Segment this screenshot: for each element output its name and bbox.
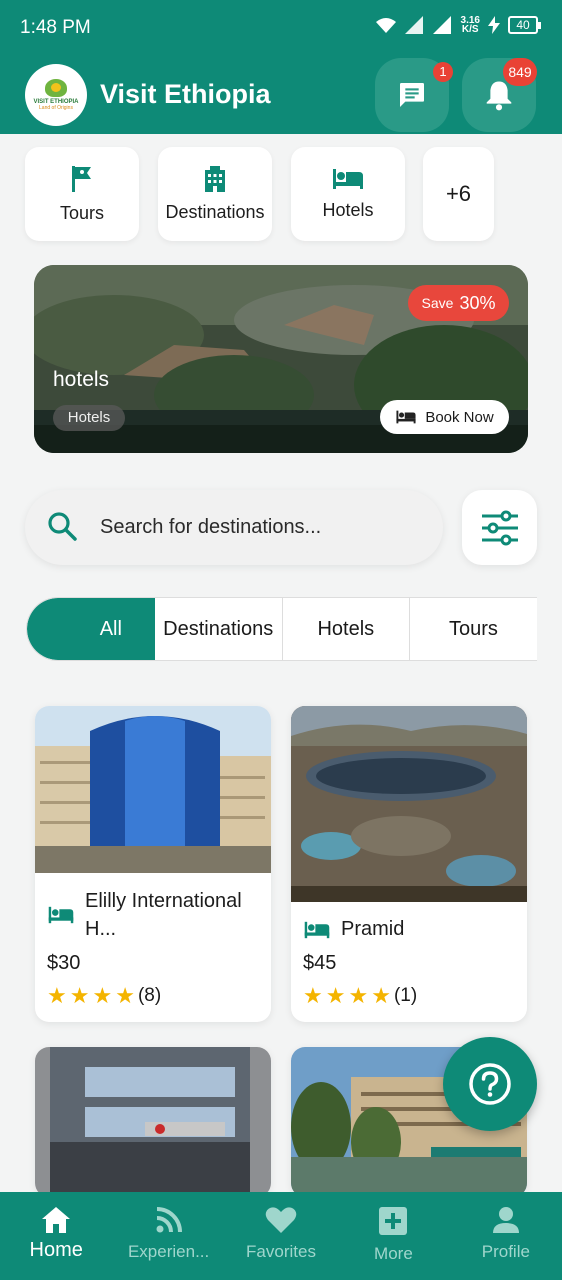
- category-more-button[interactable]: +6: [423, 147, 494, 241]
- banner-title: hotels: [53, 368, 110, 391]
- notifications-badge: 849: [503, 58, 537, 86]
- status-time: 1:48 PM: [20, 17, 91, 38]
- bed-icon: [396, 410, 416, 424]
- bed-icon: [333, 168, 363, 189]
- star-icon: ★: [325, 983, 346, 1008]
- listing-price: $45: [303, 952, 337, 974]
- question-icon: [469, 1063, 511, 1105]
- listing-image: [291, 706, 527, 902]
- app-logo: VISIT ETHIOPIA Land of Origins: [25, 64, 87, 126]
- bed-icon: [48, 906, 74, 924]
- star-icon: ★: [348, 983, 369, 1008]
- listing-card[interactable]: [35, 1047, 271, 1197]
- filter-button[interactable]: [462, 490, 537, 565]
- category-label: Tours: [59, 202, 104, 223]
- feed-icon: [156, 1207, 182, 1233]
- person-icon: [492, 1207, 519, 1233]
- nav-more[interactable]: More: [337, 1192, 449, 1280]
- listing-card[interactable]: Elilly International H... $30 ★ ★ ★ ★ (8): [35, 706, 271, 1022]
- sliders-icon: [481, 510, 518, 545]
- listing-name: Pramid: [341, 918, 405, 940]
- home-icon: [42, 1207, 71, 1233]
- app-title: Visit Ethiopia: [100, 79, 271, 109]
- search-input[interactable]: [100, 508, 430, 546]
- category-more-label: +6: [445, 181, 472, 206]
- book-now-button[interactable]: Book Now: [380, 400, 509, 434]
- review-count: (8): [137, 985, 162, 1006]
- star-icon: ★: [371, 983, 391, 1008]
- nav-favorites[interactable]: Favorites: [225, 1192, 337, 1280]
- tab-destinations[interactable]: Destinations: [155, 598, 283, 660]
- heart-icon: [265, 1207, 297, 1233]
- star-icon: ★: [47, 983, 67, 1008]
- listing-card[interactable]: Pramid $45 ★ ★ ★ ★ (1): [291, 706, 527, 1022]
- building-icon: [205, 165, 225, 192]
- category-tours[interactable]: Tours: [25, 147, 139, 241]
- flag-icon: [72, 165, 91, 192]
- banner-category-tag: Hotels: [53, 405, 125, 431]
- messages-badge: 1: [433, 62, 453, 82]
- status-icons: 3.16 K/S 40: [375, 15, 541, 35]
- star-icon: ★: [115, 983, 135, 1008]
- nav-experiences[interactable]: Experien...: [112, 1192, 224, 1280]
- star-icon: ★: [303, 983, 323, 1008]
- charging-icon: [488, 16, 500, 34]
- plus-box-icon: [379, 1207, 408, 1235]
- star-icon: ★: [69, 983, 90, 1008]
- listing-rating: ★ ★ ★ ★ (8): [47, 985, 161, 1007]
- search-bar[interactable]: [25, 490, 443, 565]
- category-hotels[interactable]: Hotels: [291, 147, 405, 241]
- category-destinations[interactable]: Destinations: [158, 147, 272, 241]
- filter-tabs: All Destinations Hotels Tours: [26, 597, 537, 661]
- review-count: (1): [393, 985, 418, 1006]
- tab-all[interactable]: All: [27, 598, 155, 660]
- signal-icon: [432, 16, 451, 34]
- listing-price: $30: [47, 952, 81, 974]
- category-label: Hotels: [322, 199, 374, 220]
- tab-hotels[interactable]: Hotels: [283, 598, 410, 660]
- listing-name: Elilly International H...: [85, 890, 242, 940]
- network-speed: 3.16 K/S: [460, 15, 480, 35]
- battery-icon: 40: [508, 16, 541, 34]
- search-icon: [48, 512, 77, 541]
- bottom-navigation: Home Experien... Favorites More Profile: [0, 1192, 562, 1280]
- discount-badge: Save 30%: [408, 285, 509, 321]
- bed-icon: [304, 921, 330, 939]
- nav-home[interactable]: Home: [0, 1192, 112, 1280]
- tab-tours[interactable]: Tours: [410, 598, 537, 660]
- book-now-label: Book Now: [425, 408, 494, 426]
- wifi-icon: [375, 18, 396, 33]
- signal-icon: [404, 16, 423, 34]
- listing-image: [35, 1047, 271, 1197]
- chat-icon: [400, 83, 424, 107]
- status-bar: 1:48 PM 3.16 K/S 40: [0, 0, 562, 56]
- nav-profile[interactable]: Profile: [450, 1192, 562, 1280]
- star-icon: ★: [92, 983, 113, 1008]
- listing-image: [35, 706, 271, 873]
- listing-rating: ★ ★ ★ ★ (1): [303, 985, 417, 1007]
- help-button[interactable]: [443, 1037, 537, 1131]
- category-label: Destinations: [165, 201, 265, 222]
